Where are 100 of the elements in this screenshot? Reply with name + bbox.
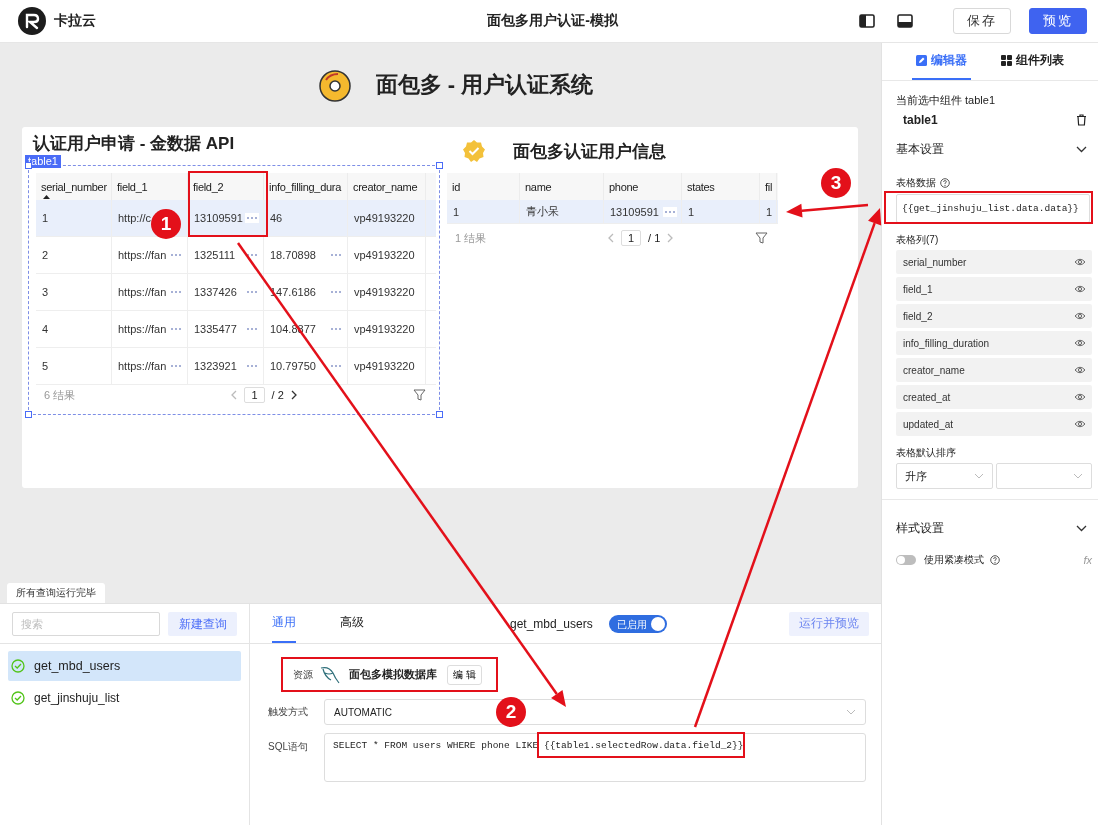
table-cell: 1337426: [194, 286, 237, 298]
page-heading: 面包多 - 用户认证系统: [375, 71, 594, 99]
table-cell: https://fan: [118, 323, 167, 335]
page-field[interactable]: 1: [620, 230, 642, 246]
next-icon[interactable]: [290, 390, 297, 400]
search-field[interactable]: 搜索: [12, 612, 160, 636]
tab[interactable]: 通用: [272, 604, 296, 643]
column-item[interactable]: updated_at: [896, 412, 1092, 436]
table-cell: 青小呆: [526, 204, 559, 219]
bottom-panel-icon[interactable]: [897, 14, 913, 28]
tab[interactable]: 高级: [340, 604, 364, 643]
column-item[interactable]: created_at: [896, 385, 1092, 409]
table-cell: 1335477: [194, 323, 237, 335]
table-cell: 1: [42, 212, 49, 224]
result-count: 1 结果: [455, 230, 487, 246]
table-cell: 1: [688, 205, 695, 218]
chevron-down-icon[interactable]: [1076, 525, 1087, 532]
eye-icon[interactable]: [1074, 420, 1086, 428]
logo-icon: [18, 7, 46, 35]
page-total: / 1: [648, 232, 661, 244]
table-title: 认证用户申请 - 金数据 API: [33, 133, 235, 155]
chevron-down-icon[interactable]: [1076, 146, 1087, 153]
table-row[interactable]: 2 https://fan 1325111 18.70898 vp49193220: [36, 237, 436, 274]
field-label: 表格列(7): [896, 233, 940, 247]
table-cell: vp49193220: [354, 360, 415, 372]
help-icon[interactable]: [990, 555, 1000, 565]
section-title: 基本设置: [896, 141, 944, 158]
table-cell: 18.70898: [270, 249, 316, 261]
table-cell: 46: [270, 212, 283, 224]
resize-handle[interactable]: [436, 411, 443, 418]
table-cell: https://fan: [118, 286, 167, 298]
table-cell: 10.79750: [270, 360, 316, 372]
query-item[interactable]: get_jinshuju_list: [8, 683, 241, 713]
tab[interactable]: 编辑器: [912, 43, 971, 80]
result-count: 6 结果: [44, 387, 76, 403]
sql-editor[interactable]: SELECT * FROM users WHERE phone LIKE {{table1.selectedRow.data.field_2}}: [324, 733, 866, 782]
help-icon[interactable]: [940, 178, 950, 188]
new-query-button[interactable]: 新建查询: [168, 612, 237, 636]
table-row[interactable]: 1 青小呆 13109591 1 1: [447, 200, 778, 224]
enabled-toggle[interactable]: 已启用: [608, 614, 667, 633]
table-cell: 1: [453, 205, 460, 218]
filter-icon[interactable]: [755, 232, 768, 244]
resource-name: 面包多模拟数据库: [349, 667, 437, 682]
window-title: 面包多用户认证-模拟: [487, 12, 618, 30]
eye-icon[interactable]: [1074, 258, 1086, 266]
table-cell: 5: [42, 360, 49, 372]
dolphin-icon: [319, 664, 341, 685]
field-label: SQL语句: [268, 740, 309, 754]
eye-icon[interactable]: [1074, 312, 1086, 320]
tab[interactable]: 组件列表: [997, 43, 1068, 80]
column-item[interactable]: creator_name: [896, 358, 1092, 382]
edit-button[interactable]: 编 辑: [447, 664, 482, 685]
compact-toggle[interactable]: [896, 555, 916, 565]
table-cell: https://fan: [118, 249, 167, 261]
trash-icon[interactable]: [1076, 114, 1087, 126]
table-cell: 4: [42, 323, 49, 335]
field-label: 表格数据: [896, 176, 936, 190]
resize-handle[interactable]: [25, 411, 32, 418]
donut-icon: [317, 68, 352, 102]
table-cell: 1325111: [194, 249, 236, 261]
field-label: 资源: [293, 667, 313, 682]
table-cell: 1323921: [194, 360, 237, 372]
left-panel-icon[interactable]: [859, 14, 875, 28]
table-cell: 13109591: [194, 212, 243, 224]
column-item[interactable]: info_filling_duration: [896, 331, 1092, 355]
column-item[interactable]: field_1: [896, 277, 1092, 301]
table-cell: http://c: [118, 212, 152, 224]
eye-icon[interactable]: [1074, 366, 1086, 374]
table-cell: vp49193220: [354, 323, 415, 335]
chevron-down-icon: [1073, 473, 1083, 479]
table-cell: vp49193220: [354, 212, 415, 224]
toggle-label: 使用紧凑模式: [924, 553, 984, 567]
eye-icon[interactable]: [1074, 285, 1086, 293]
field-label: 触发方式: [268, 705, 309, 719]
table-cell: 13109591: [610, 205, 659, 218]
table-cell: vp49193220: [354, 286, 415, 298]
table-data-field[interactable]: {{get_jinshuju_list.data.data}}: [896, 194, 1090, 223]
filter-icon[interactable]: [413, 389, 426, 401]
page-total: / 2: [271, 389, 284, 401]
eye-icon[interactable]: [1074, 339, 1086, 347]
verified-badge-icon: [462, 139, 486, 163]
chevron-down-icon: [973, 473, 984, 479]
table-cell: https://fan: [118, 360, 167, 372]
eye-icon[interactable]: [1074, 393, 1086, 401]
check-circle-icon: [11, 691, 25, 705]
status-tab[interactable]: 所有查询运行完毕: [7, 583, 105, 603]
resize-handle[interactable]: [436, 162, 443, 169]
page-field[interactable]: 1: [244, 387, 265, 403]
table-cell: 3: [42, 286, 49, 298]
field-label: 表格默认排序: [896, 446, 957, 460]
column-item[interactable]: serial_number: [896, 250, 1092, 274]
column-item[interactable]: field_2: [896, 304, 1092, 328]
preview-button[interactable]: 预览: [1029, 8, 1087, 34]
query-name: get_mbd_users: [510, 616, 593, 631]
app-name: 卡拉云: [54, 12, 96, 30]
component-name: table1: [903, 113, 938, 127]
section-title: 样式设置: [896, 520, 944, 537]
save-button[interactable]: 保存: [953, 8, 1011, 34]
sort-order-select[interactable]: 升序: [896, 463, 993, 489]
query-item[interactable]: get_mbd_users: [8, 651, 241, 681]
